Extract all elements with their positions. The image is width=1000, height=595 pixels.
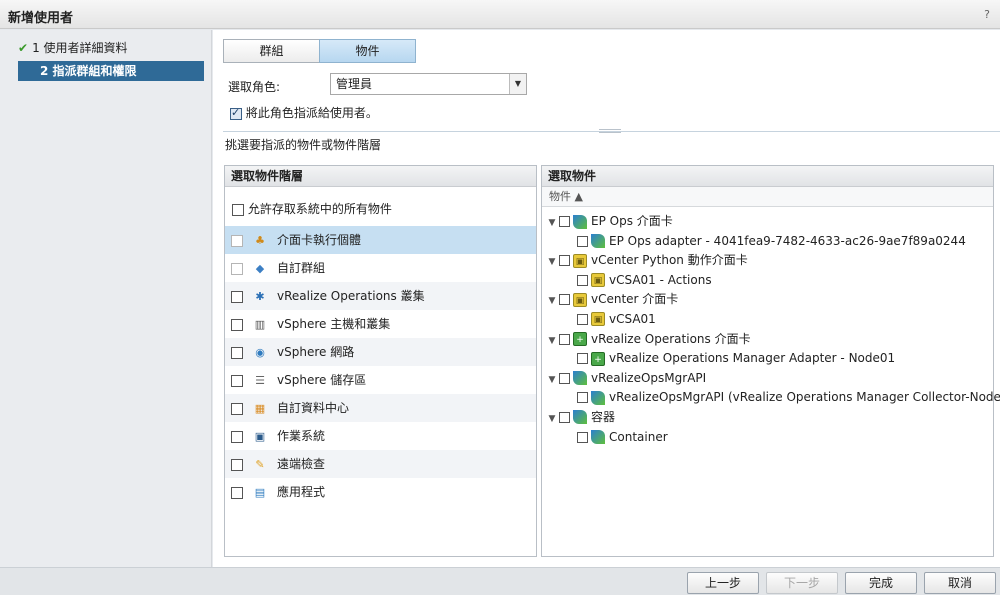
tab-bar: 群組 物件	[223, 39, 416, 63]
pen-adapter-icon	[591, 430, 605, 445]
hierarchy-checkbox[interactable]	[231, 234, 243, 247]
chevron-down-icon[interactable]: ▼	[509, 74, 526, 94]
cancel-button[interactable]: 取消	[924, 572, 996, 594]
step-assign-groups[interactable]: 2 指派群組和權限	[18, 61, 204, 81]
application-icon: ▤	[254, 485, 266, 499]
tree-node[interactable]: ▼ + vRealize Operations 介面卡	[542, 330, 993, 350]
object-column-header[interactable]: 物件 ▲	[542, 187, 993, 207]
assign-role-checkbox[interactable]	[230, 106, 242, 120]
object-tree: ▼ EP Ops 介面卡 EP Ops adapter - 4041fea9-74…	[542, 212, 1000, 448]
hierarchy-item-datacenter[interactable]: ▦ 自訂資料中心	[225, 394, 536, 422]
os-icon: ▣	[254, 429, 266, 443]
pen-adapter-icon	[573, 371, 587, 386]
hierarchy-panel-title: 選取物件階層	[225, 166, 536, 187]
dialog-titlebar: 新增使用者 ?	[0, 0, 1000, 29]
host-icon: ▥	[254, 317, 266, 331]
tree-checkbox[interactable]	[577, 313, 588, 325]
storage-icon: ☰	[255, 373, 265, 387]
cluster-icon: ✱	[255, 289, 265, 303]
wizard-steps: ✔ 1 使用者詳細資料 2 指派群組和權限	[0, 30, 212, 567]
datacenter-icon: ▦	[254, 401, 266, 415]
adapter-instance-icon: ♣	[255, 233, 265, 247]
vcenter-icon: ▣	[591, 312, 605, 327]
tree-node[interactable]: ▼ ▣ vCenter 介面卡	[542, 290, 993, 310]
object-panel: 選取物件 物件 ▲ ▼ EP Ops 介面卡 EP Ops adapter - 4…	[541, 165, 1000, 557]
hierarchy-checkbox[interactable]	[231, 430, 243, 443]
hierarchy-checkbox[interactable]	[231, 402, 243, 415]
tree-node[interactable]: EP Ops adapter - 4041fea9-7482-4633-ac26…	[542, 232, 993, 252]
finish-button[interactable]: 完成	[845, 572, 917, 594]
hierarchy-item-cluster[interactable]: ✱ vRealize Operations 叢集	[225, 282, 536, 310]
pen-adapter-icon	[573, 214, 587, 229]
dialog-title: 新增使用者	[8, 11, 74, 26]
tree-checkbox[interactable]	[559, 255, 570, 267]
hierarchy-item-application[interactable]: ▤ 應用程式	[225, 478, 536, 506]
tree-checkbox[interactable]	[577, 431, 588, 443]
vrops-icon: +	[591, 351, 605, 366]
hierarchy-checkbox[interactable]	[231, 318, 243, 331]
step-user-details[interactable]: ✔ 1 使用者詳細資料	[18, 38, 204, 58]
hierarchy-list: ♣ 介面卡執行個體 ◆ 自訂群組 ✱ vRealize Operations 叢集 ▥…	[225, 226, 536, 506]
main-content: 群組 物件 選取角色: 管理員 ▼ 將此角色指派給使用者。 挑選要指派的物件或物…	[213, 30, 1000, 567]
hierarchy-item-remote-check[interactable]: ✎ 遠端檢查	[225, 450, 536, 478]
tree-node[interactable]: + vRealize Operations Manager Adapter - N…	[542, 349, 993, 369]
hierarchy-panel: 選取物件階層 允許存取系統中的所有物件 ♣ 介面卡執行個體 ◆ 自訂群組 ✱ vRea…	[224, 165, 537, 557]
tree-checkbox[interactable]	[559, 411, 570, 423]
tree-checkbox[interactable]	[577, 392, 588, 404]
tree-checkbox[interactable]	[577, 353, 588, 365]
pen-adapter-icon	[573, 410, 587, 425]
allow-all-checkbox[interactable]	[232, 203, 244, 216]
tree-node[interactable]: vRealizeOpsMgrAPI (vRealize Operations M…	[542, 388, 1000, 408]
tree-node[interactable]: ▼ 容器	[542, 408, 993, 428]
hierarchy-item-custom-group[interactable]: ◆ 自訂群組	[225, 254, 536, 282]
tree-checkbox[interactable]	[559, 372, 570, 384]
custom-group-icon: ◆	[255, 261, 265, 275]
tree-checkbox[interactable]	[577, 235, 588, 247]
sort-asc-icon: ▲	[574, 190, 583, 203]
role-select[interactable]: 管理員 ▼	[330, 73, 527, 95]
tree-node[interactable]: Container	[542, 428, 993, 448]
allow-all-option[interactable]: 允許存取系統中的所有物件	[232, 200, 392, 217]
help-icon[interactable]: ?	[984, 8, 990, 21]
next-button[interactable]: 下一步	[766, 572, 838, 594]
tree-node[interactable]: ▣ vCSA01	[542, 310, 993, 330]
hierarchy-item-adapter-instance[interactable]: ♣ 介面卡執行個體	[225, 226, 536, 254]
tab-groups[interactable]: 群組	[223, 39, 320, 63]
vcenter-icon: ▣	[573, 253, 587, 268]
tab-objects[interactable]: 物件	[319, 39, 416, 63]
vrops-icon: +	[573, 332, 587, 347]
role-label: 選取角色:	[228, 80, 281, 94]
hierarchy-item-os[interactable]: ▣ 作業系統	[225, 422, 536, 450]
tree-node[interactable]: ▣ vCSA01 - Actions	[542, 271, 993, 291]
tree-checkbox[interactable]	[559, 333, 570, 345]
network-icon: ◉	[255, 345, 265, 359]
remote-check-icon: ✎	[255, 457, 265, 471]
back-button[interactable]: 上一步	[687, 572, 759, 594]
vcenter-icon: ▣	[573, 292, 587, 307]
hierarchy-checkbox[interactable]	[231, 290, 243, 303]
tree-checkbox[interactable]	[559, 216, 570, 227]
pen-adapter-icon	[591, 234, 605, 249]
hierarchy-checkbox[interactable]	[231, 262, 243, 275]
pen-adapter-icon	[591, 390, 605, 405]
hierarchy-checkbox[interactable]	[231, 346, 243, 359]
tree-checkbox[interactable]	[577, 274, 588, 286]
tree-node[interactable]: ▼ vRealizeOpsMgrAPI	[542, 369, 993, 389]
assign-role-option[interactable]: 將此角色指派給使用者。	[230, 104, 378, 121]
hierarchy-checkbox[interactable]	[231, 374, 243, 387]
hierarchy-checkbox[interactable]	[231, 486, 243, 499]
dialog-footer: 上一步 下一步 完成 取消	[0, 567, 1000, 595]
object-panel-title: 選取物件	[542, 166, 993, 187]
hierarchy-item-hosts[interactable]: ▥ vSphere 主機和叢集	[225, 310, 536, 338]
choose-objects-label: 挑選要指派的物件或物件階層	[225, 138, 382, 152]
vcenter-icon: ▣	[591, 273, 605, 288]
hierarchy-item-network[interactable]: ◉ vSphere 網路	[225, 338, 536, 366]
hierarchy-item-storage[interactable]: ☰ vSphere 儲存區	[225, 366, 536, 394]
checkmark-icon: ✔	[18, 41, 29, 55]
tree-node[interactable]: ▼ ▣ vCenter Python 動作介面卡	[542, 251, 993, 271]
splitter-grip[interactable]	[599, 129, 621, 133]
tree-node[interactable]: ▼ EP Ops 介面卡	[542, 212, 993, 232]
hierarchy-checkbox[interactable]	[231, 458, 243, 471]
tree-checkbox[interactable]	[559, 294, 570, 306]
